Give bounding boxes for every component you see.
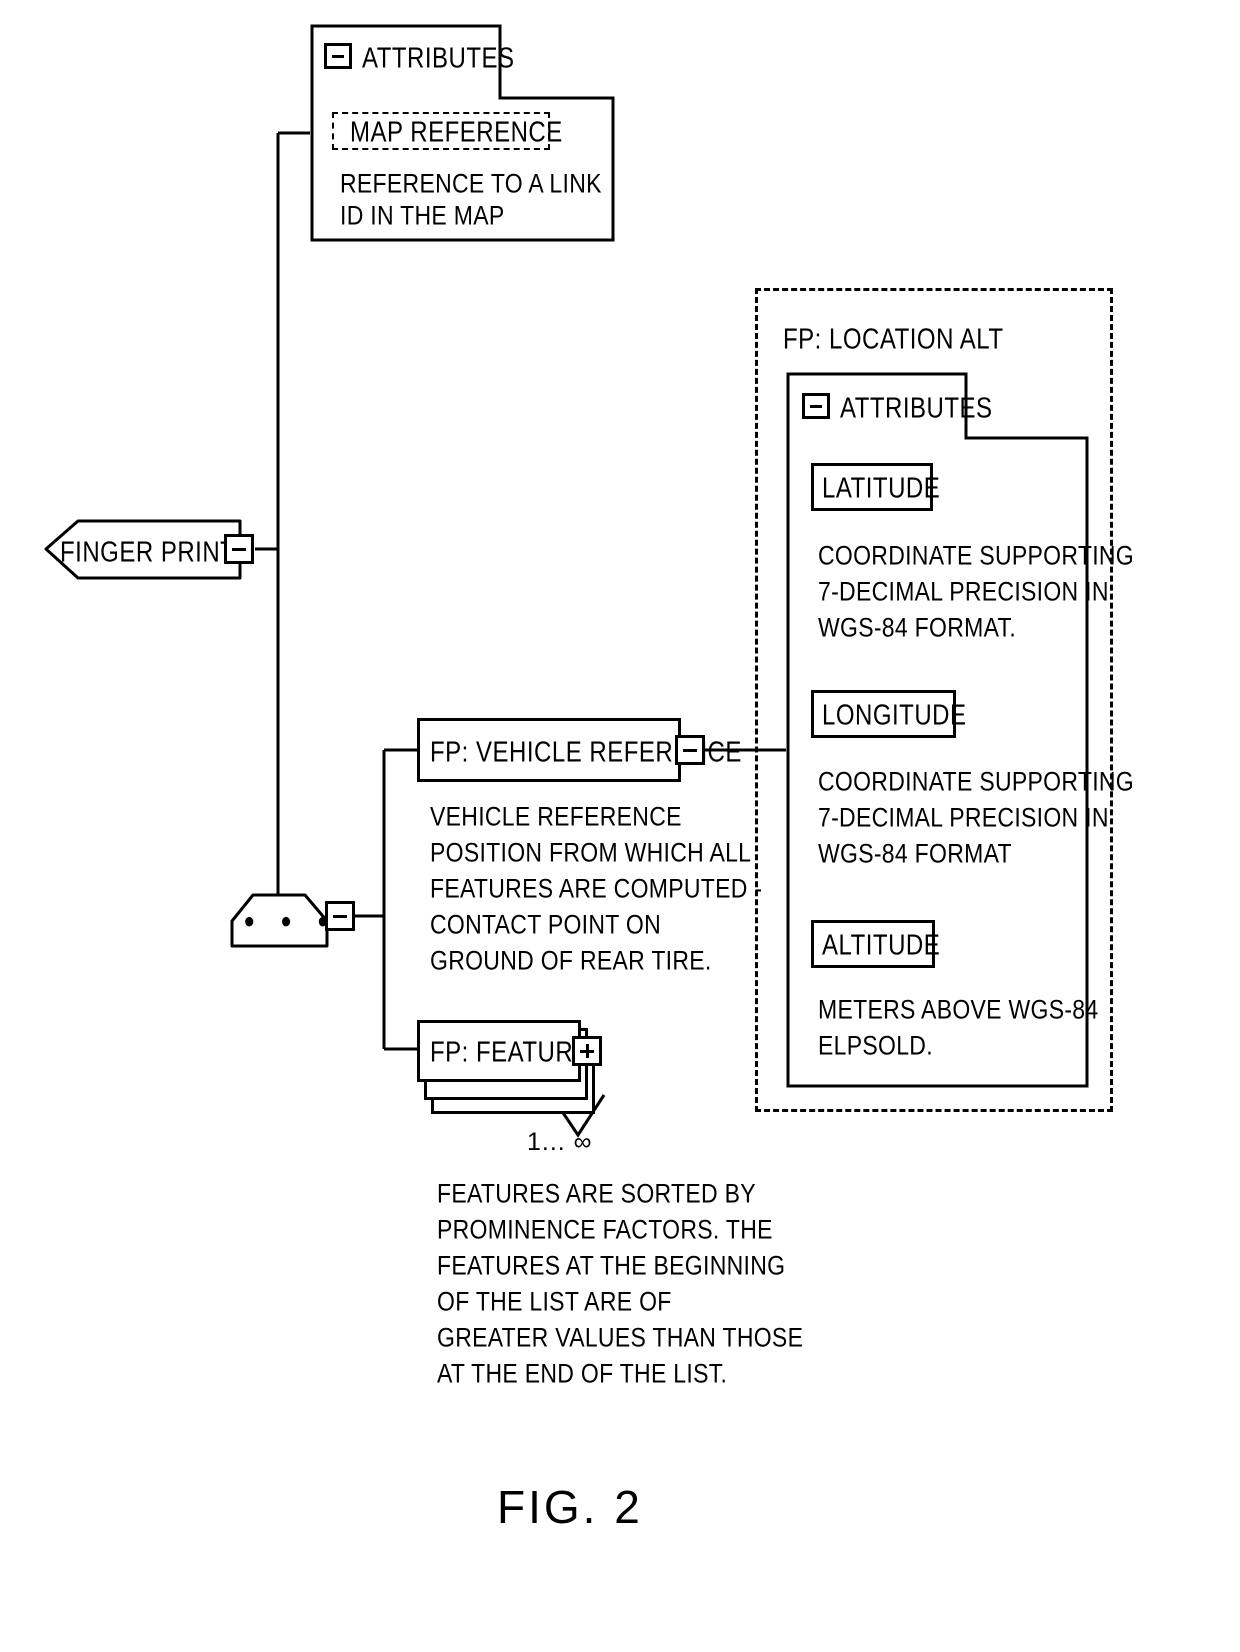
feature-title: FP: FEATURE [430,1036,590,1069]
finger-print-toggle[interactable] [224,534,254,564]
altitude-name: ALTITUDE [822,929,941,962]
vehicle-reference-description-line-1: VEHICLE REFERENCE [430,800,682,832]
feature-note-line-4: OF THE LIST ARE OF [437,1285,672,1317]
ellipsis-node-toggle[interactable] [325,901,355,931]
location-alt-group-title: FP: LOCATION ALT [783,323,1004,356]
vehicle-reference-description-line-5: GROUND OF REAR TIRE. [430,944,712,976]
longitude-name: LONGITUDE [822,699,967,732]
finger-print-label: FINGER PRINT [60,536,236,569]
feature-toggle[interactable] [572,1036,602,1066]
minus-icon [333,914,347,918]
ellipsis-node-label: • • • [244,903,338,942]
vehicle-reference-description-line-4: CONTACT POINT ON [430,908,661,940]
longitude-description-line-3: WGS-84 FORMAT [818,837,1012,869]
latitude-name: LATITUDE [822,472,941,505]
altitude-description-line-1: METERS ABOVE WGS-84 [818,993,1099,1025]
latitude-description-line-2: 7-DECIMAL PRECISION IN [818,575,1109,607]
map-reference-description-line-2: ID IN THE MAP [340,199,505,231]
altitude-description-line-2: ELPSOLD. [818,1029,933,1061]
vehicle-reference-description-line-3: FEATURES ARE COMPUTED - [430,872,763,904]
minus-icon [810,404,822,408]
ellipsis-node-connectors [355,748,417,1051]
feature-note-line-6: AT THE END OF THE LIST. [437,1357,728,1389]
diagram-canvas: FINGER PRINT • • • ATTRIBUTES MAP REFERE… [0,0,1240,1652]
minus-icon [332,54,344,58]
feature-cardinality-label: 1... ∞ [527,1128,593,1156]
plus-icon-vertical [585,1044,589,1058]
latitude-description-line-3: WGS-84 FORMAT. [818,611,1017,643]
minus-icon [683,748,697,752]
vehicle-reference-description-line-2: POSITION FROM WHICH ALL [430,836,752,868]
feature-note-line-1: FEATURES ARE SORTED BY [437,1177,756,1209]
map-reference-attribute-name: MAP REFERENCE [350,116,563,149]
map-reference-attributes-label: ATTRIBUTES [362,42,515,75]
feature-note-line-2: PROMINENCE FACTORS. THE [437,1213,773,1245]
location-alt-attributes-label: ATTRIBUTES [840,392,993,425]
finger-print-connectors [255,131,312,895]
map-reference-attributes-toggle[interactable] [324,43,352,69]
latitude-description-line-1: COORDINATE SUPPORTING [818,539,1134,571]
location-alt-attributes-toggle[interactable] [802,393,830,419]
figure-caption: FIG. 2 [497,1481,643,1533]
longitude-description-line-2: 7-DECIMAL PRECISION IN [818,801,1109,833]
feature-note-line-5: GREATER VALUES THAN THOSE [437,1321,804,1353]
minus-icon [232,547,246,551]
feature-note-line-3: FEATURES AT THE BEGINNING [437,1249,786,1281]
longitude-description-line-1: COORDINATE SUPPORTING [818,765,1134,797]
vehicle-reference-toggle[interactable] [675,735,705,765]
